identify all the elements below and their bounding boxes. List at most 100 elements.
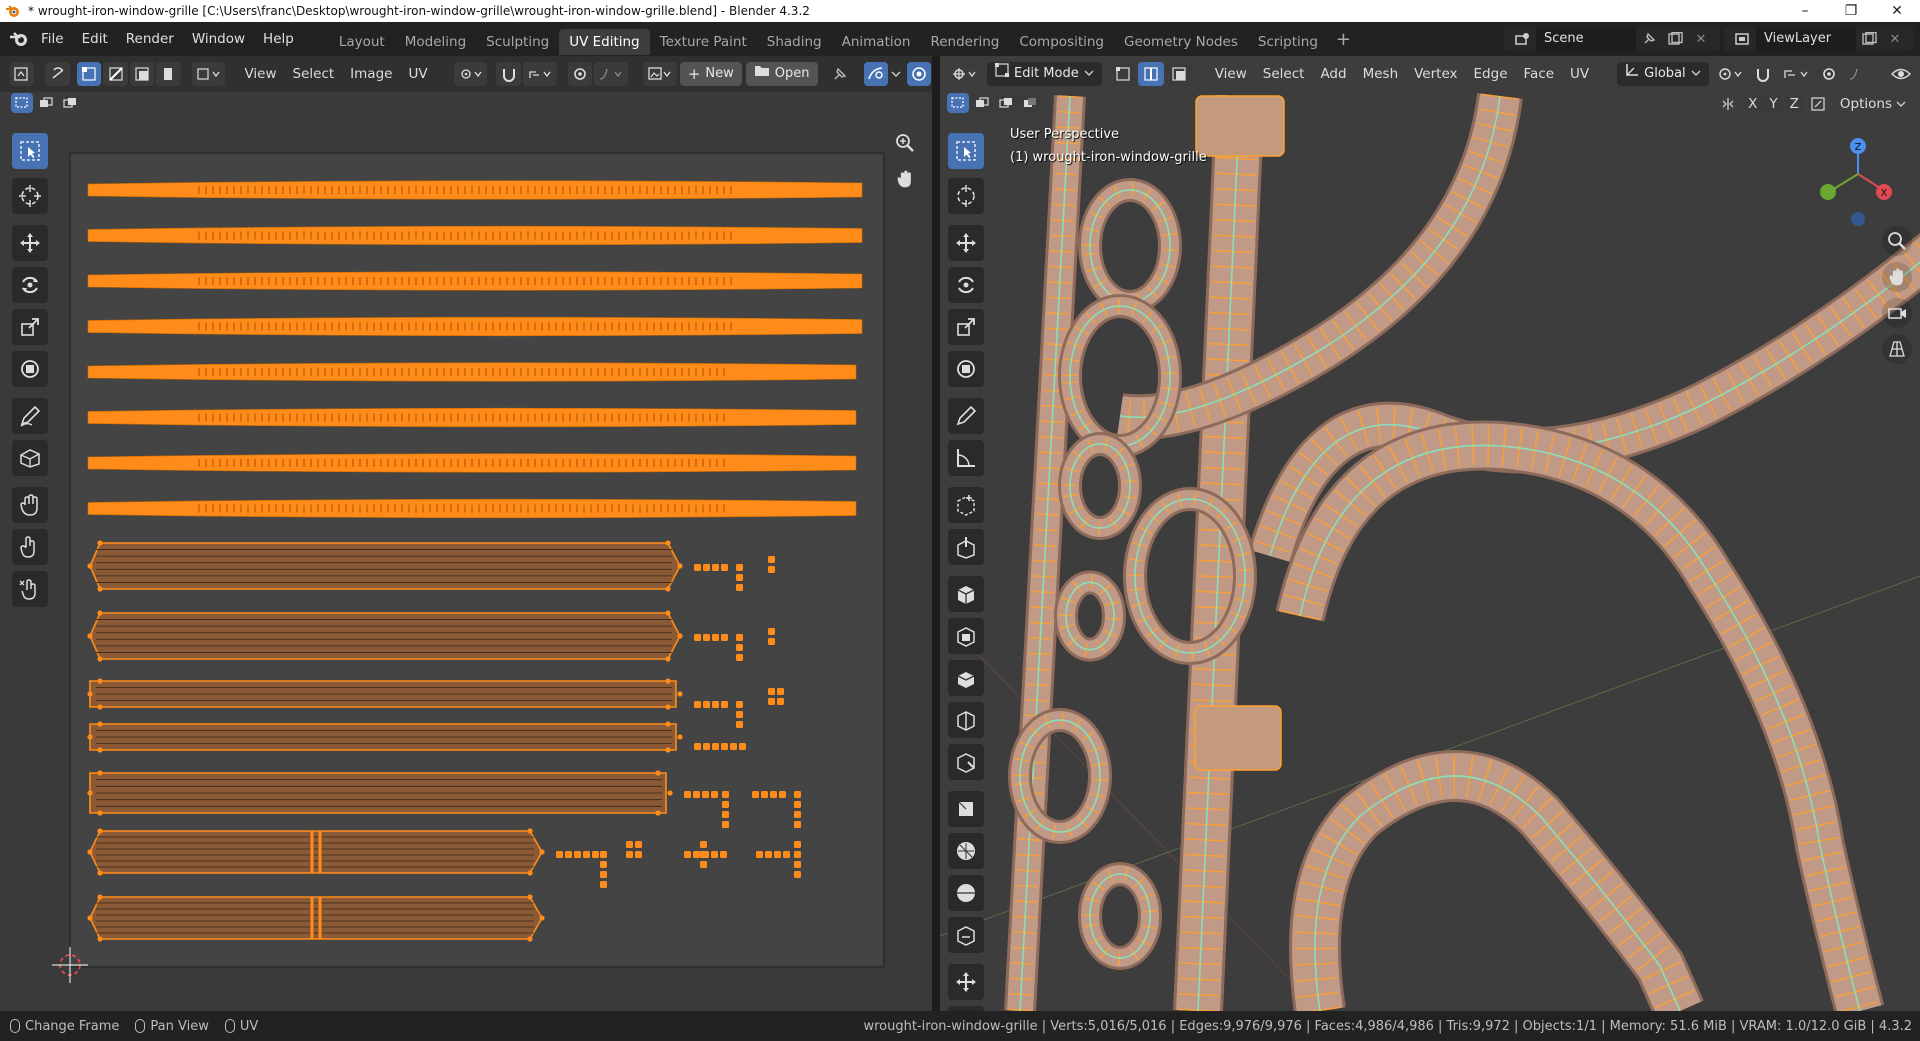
tab-texture-paint[interactable]: Texture Paint <box>650 29 757 55</box>
select-subtract-icon[interactable] <box>59 93 81 113</box>
uv-small-island[interactable] <box>768 556 775 563</box>
uv-small-island[interactable] <box>600 861 607 868</box>
uv-small-island[interactable] <box>600 851 607 858</box>
view-layer-field[interactable]: ViewLayer <box>1756 27 1856 51</box>
vp-camera-icon[interactable] <box>1882 298 1912 328</box>
uv-small-island[interactable] <box>722 791 729 798</box>
vp-menu-add[interactable]: Add <box>1312 62 1354 86</box>
vp-menu-view[interactable]: View <box>1207 62 1255 86</box>
uv-small-island[interactable] <box>712 564 719 571</box>
pinch-tool-icon[interactable] <box>12 571 48 607</box>
3d-viewport[interactable]: Z X Edit Mode View Select Add Mesh Verte… <box>940 56 1920 1011</box>
uv-small-island[interactable] <box>736 634 743 641</box>
vp-scale-tool-icon[interactable] <box>948 309 984 345</box>
vp-face-select-icon[interactable] <box>1165 62 1192 86</box>
vp-menu-mesh[interactable]: Mesh <box>1355 62 1407 86</box>
sticky-select-mode-icon[interactable] <box>191 62 226 86</box>
uv-small-island[interactable] <box>783 851 790 858</box>
mirror-y-toggle[interactable]: Y <box>1764 94 1783 114</box>
vp-bevel-tool-icon[interactable] <box>948 618 984 654</box>
vp-zoom-icon[interactable] <box>1882 226 1912 256</box>
uv-small-island[interactable] <box>703 701 710 708</box>
transform-tool-icon[interactable] <box>12 351 48 387</box>
uv-small-island[interactable] <box>700 851 707 858</box>
edge-select-icon[interactable] <box>103 62 128 86</box>
uv-small-island[interactable] <box>684 851 691 858</box>
add-workspace-button[interactable]: + <box>1328 29 1359 50</box>
vp-shrink-tool-icon[interactable] <box>948 875 984 911</box>
vp-inset-tool-icon[interactable] <box>948 576 984 612</box>
vp-spin-tool-icon[interactable] <box>948 791 984 827</box>
vp-cursor-tool-icon[interactable] <box>948 178 984 214</box>
uv-small-island[interactable] <box>721 564 728 571</box>
snap-target-icon[interactable] <box>522 62 557 86</box>
uv-small-island[interactable] <box>794 841 801 848</box>
new-scene-icon[interactable] <box>1662 27 1688 51</box>
vp-visibility-icon[interactable] <box>1886 62 1916 86</box>
relax-tool-icon[interactable] <box>12 529 48 565</box>
uv-small-island[interactable] <box>768 628 775 635</box>
uv-strand-island[interactable] <box>87 271 863 291</box>
uv-small-island[interactable] <box>721 701 728 708</box>
uv-small-island[interactable] <box>635 841 642 848</box>
gizmo-toggle-icon[interactable] <box>906 62 931 86</box>
proportional-editing-icon[interactable] <box>567 62 593 86</box>
maximize-button[interactable]: ❐ <box>1828 0 1874 22</box>
uv-small-island[interactable] <box>565 851 572 858</box>
vp-measure-tool-icon[interactable] <box>948 440 984 476</box>
uv-small-island[interactable] <box>703 634 710 641</box>
uv-small-island[interactable] <box>768 638 775 645</box>
uv-small-island[interactable] <box>730 743 737 750</box>
close-button[interactable]: ✕ <box>1874 0 1920 22</box>
tab-scripting[interactable]: Scripting <box>1248 29 1328 55</box>
select-new-icon[interactable] <box>11 93 33 113</box>
vp-annotate-tool-icon[interactable] <box>948 398 984 434</box>
vp-select-subtract-icon[interactable] <box>995 93 1017 113</box>
gizmo-y-icon[interactable] <box>1820 184 1836 200</box>
uv-small-island[interactable] <box>694 634 701 641</box>
tab-geometry-nodes[interactable]: Geometry Nodes <box>1114 29 1248 55</box>
uv-small-island[interactable] <box>626 841 633 848</box>
tab-animation[interactable]: Animation <box>832 29 921 55</box>
auto-merge-icon[interactable] <box>1806 94 1830 114</box>
uv-small-island[interactable] <box>722 821 729 828</box>
uv-small-island[interactable] <box>592 851 599 858</box>
uv-small-island[interactable] <box>694 743 701 750</box>
uv-small-island[interactable] <box>694 564 701 571</box>
vp-pan-hand-icon[interactable] <box>1882 262 1912 292</box>
annotate-tool-icon[interactable] <box>12 398 48 434</box>
menu-help[interactable]: Help <box>254 27 303 51</box>
rotate-tool-icon[interactable] <box>12 267 48 303</box>
uv-small-island[interactable] <box>600 881 607 888</box>
uv-menu-image[interactable]: Image <box>342 62 400 86</box>
uv-small-island[interactable] <box>770 791 777 798</box>
vp-transform-tool-icon[interactable] <box>948 351 984 387</box>
vp-menu-uv[interactable]: UV <box>1562 62 1597 86</box>
proportional-falloff-icon[interactable] <box>594 62 628 86</box>
uv-small-island[interactable] <box>768 566 775 573</box>
snap-icon[interactable] <box>496 62 521 86</box>
uv-small-island[interactable] <box>583 851 590 858</box>
vp-select-invert-icon[interactable] <box>1019 93 1041 113</box>
uv-small-island[interactable] <box>711 791 718 798</box>
uv-small-island[interactable] <box>794 801 801 808</box>
uv-small-island[interactable] <box>777 698 784 705</box>
uv-small-island[interactable] <box>794 821 801 828</box>
uv-small-island[interactable] <box>779 791 786 798</box>
open-image-button[interactable]: Open <box>745 62 818 86</box>
vp-snap-target-icon[interactable] <box>1778 62 1814 86</box>
new-view-layer-icon[interactable] <box>1856 27 1882 51</box>
uv-small-island[interactable] <box>768 688 775 695</box>
uv-small-island[interactable] <box>739 743 746 750</box>
scale-tool-icon[interactable] <box>12 309 48 345</box>
view-layer-selector[interactable]: ViewLayer ✕ <box>1724 27 1914 51</box>
uv-small-island[interactable] <box>600 871 607 878</box>
uv-small-island[interactable] <box>736 574 743 581</box>
vp-rotate-tool-icon[interactable] <box>948 267 984 303</box>
uv-small-island[interactable] <box>794 871 801 878</box>
mode-selector[interactable]: Edit Mode <box>987 62 1102 86</box>
vp-shear-tool-icon[interactable] <box>948 917 984 953</box>
uv-strand-island[interactable] <box>87 225 863 246</box>
menu-window[interactable]: Window <box>183 27 254 51</box>
uv-small-island[interactable] <box>736 564 743 571</box>
